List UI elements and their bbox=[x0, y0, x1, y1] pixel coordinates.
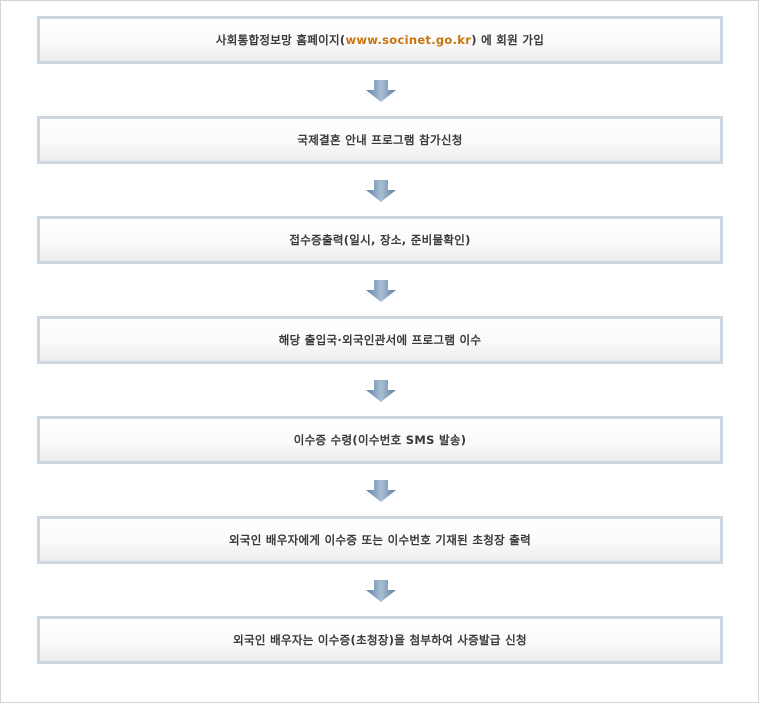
flow-step-6: 외국인 배우자에게 이수증 또는 이수번호 기재된 초청장 출력 bbox=[37, 516, 723, 564]
step-3-label: 접수증출력(일시, 장소, 준비물확인) bbox=[289, 233, 471, 247]
step-1-text-before: 사회통합정보망 홈페이지( bbox=[215, 33, 346, 47]
step-7-label: 외국인 배우자는 이수증(초청장)을 첨부하여 사증발급 신청 bbox=[233, 633, 527, 647]
down-arrow-icon bbox=[366, 580, 396, 602]
flow-step-4: 해당 출입국·외국인관서에 프로그램 이수 bbox=[37, 316, 723, 364]
step-1-label: 사회통합정보망 홈페이지(www.socinet.go.kr) 에 회원 가입 bbox=[216, 32, 544, 48]
socinet-link[interactable]: www.socinet.go.kr bbox=[345, 33, 471, 47]
flow-step-7: 외국인 배우자는 이수증(초청장)을 첨부하여 사증발급 신청 bbox=[37, 616, 723, 664]
step-4-label: 해당 출입국·외국인관서에 프로그램 이수 bbox=[278, 333, 482, 347]
flow-step-2: 국제결혼 안내 프로그램 참가신청 bbox=[37, 116, 723, 164]
flowchart-frame: 사회통합정보망 홈페이지(www.socinet.go.kr) 에 회원 가입 … bbox=[0, 0, 759, 703]
down-arrow-icon bbox=[366, 480, 396, 502]
down-arrow-icon bbox=[366, 280, 396, 302]
step-5-label: 이수증 수령(이수번호 SMS 발송) bbox=[293, 433, 467, 447]
down-arrow-icon bbox=[366, 180, 396, 202]
flow-step-3: 접수증출력(일시, 장소, 준비물확인) bbox=[37, 216, 723, 264]
down-arrow-icon bbox=[366, 380, 396, 402]
step-2-label: 국제결혼 안내 프로그램 참가신청 bbox=[297, 133, 463, 147]
flow-step-1: 사회통합정보망 홈페이지(www.socinet.go.kr) 에 회원 가입 bbox=[37, 16, 723, 64]
flow-step-5: 이수증 수령(이수번호 SMS 발송) bbox=[37, 416, 723, 464]
step-1-text-after: ) 에 회원 가입 bbox=[471, 33, 545, 47]
down-arrow-icon bbox=[366, 80, 396, 102]
step-6-label: 외국인 배우자에게 이수증 또는 이수번호 기재된 초청장 출력 bbox=[228, 533, 532, 547]
